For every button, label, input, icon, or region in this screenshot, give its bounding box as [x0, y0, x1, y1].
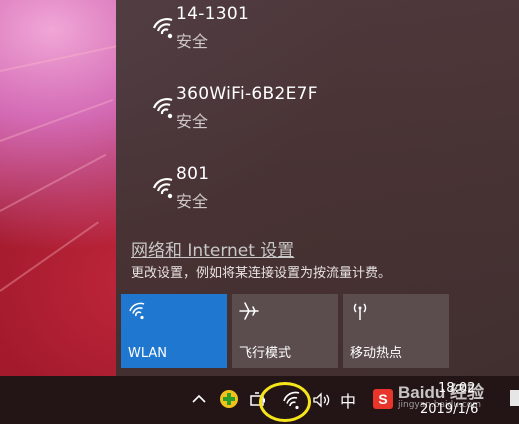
baidu-watermark-url: jingyan.baidu.com	[398, 400, 482, 410]
volume-icon[interactable]	[311, 390, 331, 410]
hotspot-icon	[353, 303, 367, 320]
security-app-icon[interactable]	[219, 389, 239, 409]
network-name: 801	[176, 164, 210, 184]
wifi-signal-icon	[152, 178, 173, 199]
wifi-icon	[129, 302, 145, 320]
wallpaper-streak	[0, 45, 118, 72]
mobile-hotspot-button[interactable]: 移动热点	[343, 294, 449, 368]
wlan-toggle-button[interactable]: WLAN	[121, 294, 227, 368]
airplane-mode-label: 飞行模式	[239, 346, 292, 361]
airplane-mode-button[interactable]: 飞行模式	[232, 294, 338, 368]
network-name: 360WiFi-6B2E7F	[176, 84, 318, 104]
wlan-label: WLAN	[128, 346, 168, 361]
network-item-3[interactable]: 801 安全	[132, 164, 492, 224]
network-status: 安全	[176, 112, 209, 131]
chevron-up-icon[interactable]	[190, 390, 208, 408]
network-internet-settings-link[interactable]: 网络和 Internet 设置	[131, 236, 294, 261]
sogou-input-icon[interactable]: S	[373, 389, 393, 409]
network-item-1[interactable]: 14-1301 安全	[132, 4, 492, 64]
wifi-signal-icon	[152, 98, 173, 119]
wallpaper-streak	[0, 153, 107, 212]
network-item-2[interactable]: 360WiFi-6B2E7F 安全	[132, 84, 492, 144]
network-name: 14-1301	[176, 4, 250, 24]
wallpaper-streak	[0, 99, 114, 142]
highlight-circle	[259, 382, 311, 422]
input-method-indicator[interactable]: 中	[340, 388, 356, 412]
notification-center-button[interactable]	[510, 390, 519, 406]
wifi-signal-icon	[152, 18, 173, 39]
wallpaper-streak	[0, 221, 99, 292]
settings-description: 更改设置，例如将某连接设置为按流量计费。	[131, 266, 392, 281]
network-status: 安全	[176, 192, 209, 211]
network-status: 安全	[176, 32, 209, 51]
airplane-icon	[239, 302, 259, 320]
mobile-hotspot-label: 移动热点	[350, 346, 403, 361]
